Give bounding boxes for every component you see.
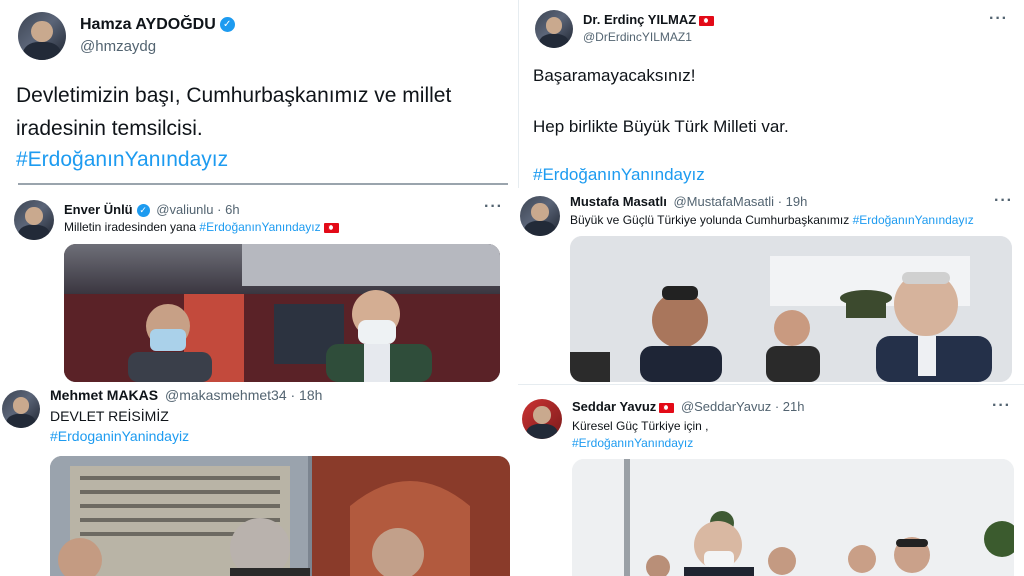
hashtag-link[interactable]: #ErdoğanınYanındayız xyxy=(853,213,974,227)
avatar[interactable] xyxy=(535,10,573,48)
avatar[interactable] xyxy=(522,399,562,439)
tweet-text-line-2: iradesinin temsilcisi. xyxy=(16,117,203,140)
divider xyxy=(18,183,508,185)
author-name[interactable]: Enver Ünlü ✓ @valiunlu · 6h xyxy=(64,202,240,218)
verified-badge-icon: ✓ xyxy=(136,204,150,218)
author-handle[interactable]: @SeddarYavuz xyxy=(681,399,771,414)
photo-illustration xyxy=(572,459,1014,576)
tweet-card-erdinc: Dr. Erdinç YILMAZ @DrErdincYILMAZ1 ··· B… xyxy=(518,0,1024,188)
author-name[interactable]: Dr. Erdinç YILMAZ xyxy=(583,12,715,27)
photo-illustration xyxy=(570,236,1012,382)
avatar[interactable] xyxy=(2,390,40,428)
verified-badge-icon: ✓ xyxy=(219,17,235,33)
turkey-flag-icon xyxy=(659,402,675,413)
tweet-card-seddar: Seddar Yavuz @SeddarYavuz · 21h ··· Küre… xyxy=(518,384,1024,576)
author-handle[interactable]: @hmzaydg xyxy=(80,38,156,55)
author-handle[interactable]: @valiunlu xyxy=(156,202,213,217)
more-options-icon[interactable]: ··· xyxy=(994,192,1013,210)
more-options-icon[interactable]: ··· xyxy=(484,198,503,216)
tweet-text-line-1: Devletimizin başı, Cumhurbaşkanımız ve m… xyxy=(16,84,452,107)
tweet-text: Büyük ve Güçlü Türkiye yolunda Cumhurbaş… xyxy=(570,213,974,227)
tweet-time[interactable]: · 21h xyxy=(775,399,805,414)
hashtag-link[interactable]: #ErdoğanınYanındayız xyxy=(533,165,705,185)
tweet-text: Küresel Güç Türkiye için , xyxy=(572,419,709,433)
author-name[interactable]: Hamza AYDOĞDU ✓ xyxy=(80,16,235,34)
hashtag-link[interactable]: #ErdoğanınYanındayız xyxy=(572,436,693,450)
author-handle[interactable]: @DrErdincYILMAZ1 xyxy=(583,30,692,44)
photo-illustration xyxy=(50,456,510,576)
avatar[interactable] xyxy=(520,196,560,236)
author-handle[interactable]: @makasmehmet34 xyxy=(165,387,287,403)
tweet-photo[interactable] xyxy=(64,244,500,382)
photo-illustration xyxy=(64,244,500,382)
author-name[interactable]: Mustafa Masatlı @MustafaMasatli · 19h xyxy=(570,194,807,209)
tweet-text-line-1: Başaramayacaksınız! xyxy=(533,66,696,85)
tweet-time[interactable]: · 18h xyxy=(291,387,323,403)
hashtag-link[interactable]: #ErdoganinYanindayiz xyxy=(50,428,189,444)
more-options-icon[interactable]: ··· xyxy=(992,397,1011,415)
author-name[interactable]: Seddar Yavuz @SeddarYavuz · 21h xyxy=(572,399,805,414)
author-handle[interactable]: @MustafaMasatli xyxy=(673,194,774,209)
tweet-card-mustafa: Mustafa Masatlı @MustafaMasatli · 19h ··… xyxy=(518,190,1024,382)
more-options-icon[interactable]: ··· xyxy=(989,10,1008,28)
tweet-photo[interactable] xyxy=(570,236,1012,382)
tweet-card-hamza: Hamza AYDOĞDU ✓ @hmzaydg Devletimizin baş… xyxy=(0,0,512,188)
tweet-text-line-2: Hep birlikte Büyük Türk Milleti var. xyxy=(533,117,789,136)
tweet-photo[interactable] xyxy=(50,456,510,576)
hashtag-link[interactable]: #ErdoğanınYanındayız xyxy=(199,220,320,234)
hashtag-link[interactable]: #ErdoğanınYanındayız xyxy=(16,148,228,172)
avatar[interactable] xyxy=(18,12,66,60)
tweet-time[interactable]: · 19h xyxy=(778,194,808,209)
avatar[interactable] xyxy=(14,200,54,240)
tweet-text: DEVLET REİSİMİZ xyxy=(50,408,169,424)
divider xyxy=(512,0,518,576)
tweet-time[interactable]: · 6h xyxy=(217,202,239,217)
tweet-card-mehmet: Mehmet MAKAS @makasmehmet34 · 18h DEVLET… xyxy=(0,384,512,576)
tweet-card-enver: Enver Ünlü ✓ @valiunlu · 6h ··· Milletin … xyxy=(0,190,512,382)
author-name[interactable]: Mehmet MAKAS @makasmehmet34 · 18h xyxy=(50,387,322,403)
tweet-photo[interactable] xyxy=(572,459,1014,576)
tweet-text: Milletin iradesinden yana #ErdoğanınYanı… xyxy=(64,220,339,234)
turkey-flag-icon xyxy=(323,222,339,233)
turkey-flag-icon xyxy=(699,15,715,26)
